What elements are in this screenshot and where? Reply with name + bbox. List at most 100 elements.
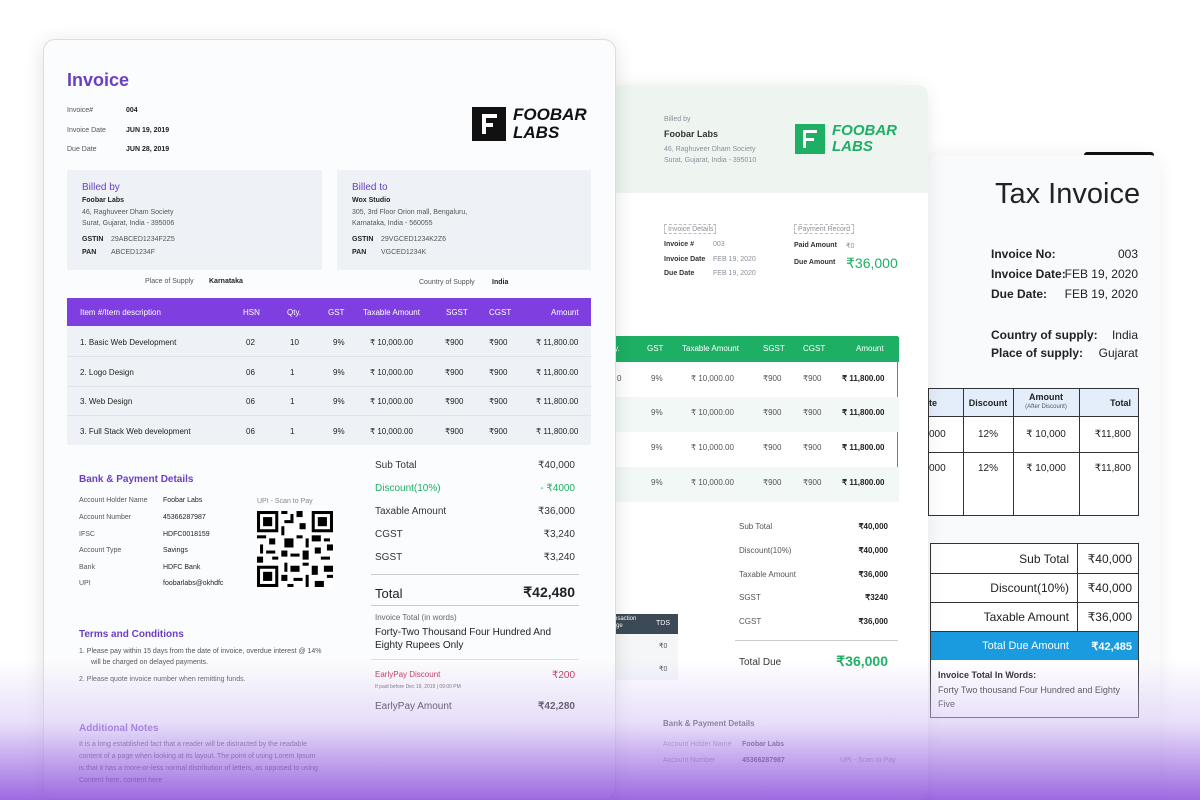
bank-label: Account Holder Name <box>79 497 148 504</box>
bank-label: Account Type <box>79 547 122 554</box>
discount-label: Discount(10%) <box>375 483 441 494</box>
tx-cell: ₹0 <box>659 643 668 650</box>
invoice-title: Invoice <box>67 70 130 90</box>
summary-label: Discount(10%) <box>739 546 792 555</box>
words-line: Eighty Rupees Only <box>375 640 464 651</box>
table-header: Qty. <box>287 308 302 317</box>
invoice-details-heading: Invoice Details <box>668 226 714 233</box>
table-cell: ₹ 11,800.00 <box>536 427 579 436</box>
bank-label: Account Holder Name <box>663 741 732 748</box>
table-cell: ₹ 10,000 <box>1026 429 1066 440</box>
terms-item: 2. Please quote invoice number when remi… <box>79 676 246 683</box>
table-cell: ₹ 11,800.00 <box>842 478 885 487</box>
billed-by-name: Foobar Labs <box>82 197 125 204</box>
table-cell: 0 <box>617 374 622 383</box>
place-of-supply-value: Karnataka <box>209 278 243 285</box>
table-cell: 000 <box>929 429 946 440</box>
table-cell: 06 <box>246 397 255 406</box>
summary-value: ₹3240 <box>865 593 888 602</box>
table-header-rate: te <box>929 398 938 408</box>
detail-label: Invoice Date <box>664 256 706 263</box>
country-value: India <box>1111 328 1138 342</box>
table-cell: ₹900 <box>445 338 464 347</box>
terms-item: 1. Please pay within 15 days from the da… <box>79 648 322 655</box>
address-line: 46, Raghuveer Dham Society <box>664 146 756 153</box>
table-cell: 12% <box>977 463 998 474</box>
table-header: HSN <box>243 308 260 317</box>
gstin-label: GSTIN <box>82 236 104 243</box>
bank-value: foobarlabs@okhdfc <box>163 580 224 587</box>
summary-value: ₹40,000 <box>858 522 888 531</box>
table-cell: ₹900 <box>803 443 822 452</box>
table-cell: 10 <box>290 338 299 347</box>
table-cell: ₹900 <box>445 427 464 436</box>
table-cell: ₹ 11,800.00 <box>536 338 579 347</box>
upi-caption: UPI - Scan to Pay <box>257 498 313 505</box>
words-line: Forty Two thousand Four Hundred and Eigh… <box>938 685 1120 695</box>
subtotal-label: Sub Total <box>375 460 417 471</box>
country-of-supply-value: India <box>492 279 509 286</box>
summary-subtotal-label: Sub Total <box>1019 552 1069 566</box>
table-cell: ₹900 <box>489 427 508 436</box>
table-cell: 9% <box>333 338 345 347</box>
table-header: CGST <box>489 308 512 317</box>
table-cell: 9% <box>651 443 663 452</box>
invoice-no-value: 003 <box>1117 247 1138 261</box>
total-due-label: Total Due Amount <box>982 640 1069 652</box>
table-cell: ₹11,800 <box>1094 429 1131 440</box>
payment-record-heading: Payment Record <box>798 226 851 233</box>
table-header-discount: Discount <box>968 398 1008 408</box>
summary-label: SGST <box>739 593 761 602</box>
meta-value: 004 <box>126 107 138 114</box>
table-cell: 000 <box>929 463 946 474</box>
summary-value: ₹40,000 <box>858 546 888 555</box>
taxable-label: Taxable Amount <box>375 506 447 517</box>
table-cell: 1 <box>290 368 295 377</box>
table-cell: 1 <box>290 397 295 406</box>
table-cell: ₹ 11,800.00 <box>536 368 579 377</box>
table-cell: ₹900 <box>445 368 464 377</box>
bank-label: IFSC <box>79 531 95 538</box>
earlypay-amount-value: ₹42,280 <box>538 701 575 712</box>
table-cell: ₹900 <box>489 338 508 347</box>
table-cell: 1. Basic Web Development <box>80 338 177 347</box>
detail-label: Invoice # <box>664 241 694 248</box>
address-line: 46, Raghuveer Dham Society <box>82 209 174 216</box>
bank-value: 45366287987 <box>163 514 206 521</box>
sgst-label: SGST <box>375 552 403 563</box>
summary-discount-value: ₹40,000 <box>1087 581 1132 595</box>
bank-heading: Bank & Payment Details <box>663 719 755 728</box>
table-cell: 06 <box>246 427 255 436</box>
paid-label: Paid Amount <box>794 242 837 249</box>
bank-label: Account Number <box>663 757 716 764</box>
table-cell: ₹900 <box>763 374 782 383</box>
table-cell: 06 <box>246 368 255 377</box>
paid-value: ₹0 <box>846 243 855 250</box>
table-cell: ₹900 <box>763 408 782 417</box>
invoice-no-label: Invoice No: <box>991 247 1056 261</box>
earlypay-amount-label: EarlyPay Amount <box>375 701 452 712</box>
invoice-date-value: FEB 19, 2020 <box>1064 267 1138 281</box>
qr-code-icon <box>257 511 333 587</box>
address-line: 305, 3rd Floor Orion mall, Bengaluru, <box>352 209 468 216</box>
table-header: GST <box>328 308 345 317</box>
taxable-value: ₹36,000 <box>538 506 575 517</box>
logo-text: FOOBAR <box>832 122 897 139</box>
bank-label: UPI <box>79 580 91 587</box>
table-header-after-discount: (After Discount) <box>1025 404 1067 410</box>
total-label: Total <box>375 586 403 601</box>
summary-taxable-value: ₹36,000 <box>1087 610 1132 624</box>
total-due-label: Total Due <box>739 657 782 668</box>
table-cell: 2. Logo Design <box>80 368 134 377</box>
detail-value: 003 <box>713 241 725 248</box>
invoice-date-label: Invoice Date: <box>991 267 1066 281</box>
table-header: SGST <box>763 344 785 353</box>
table-cell: 9% <box>333 397 345 406</box>
billed-to-heading: Billed to <box>352 182 388 193</box>
table-cell: ₹ 10,000.00 <box>370 427 413 436</box>
earlypay-note: If paid before Dec 19, 2019 | 09:00 PM <box>375 684 461 690</box>
bank-value: Savings <box>163 547 188 554</box>
summary-taxable-label: Taxable Amount <box>983 610 1069 624</box>
bank-value: 45366287987 <box>742 757 785 764</box>
gstin-value: 29VGCED1234K2Z6 <box>381 236 446 243</box>
